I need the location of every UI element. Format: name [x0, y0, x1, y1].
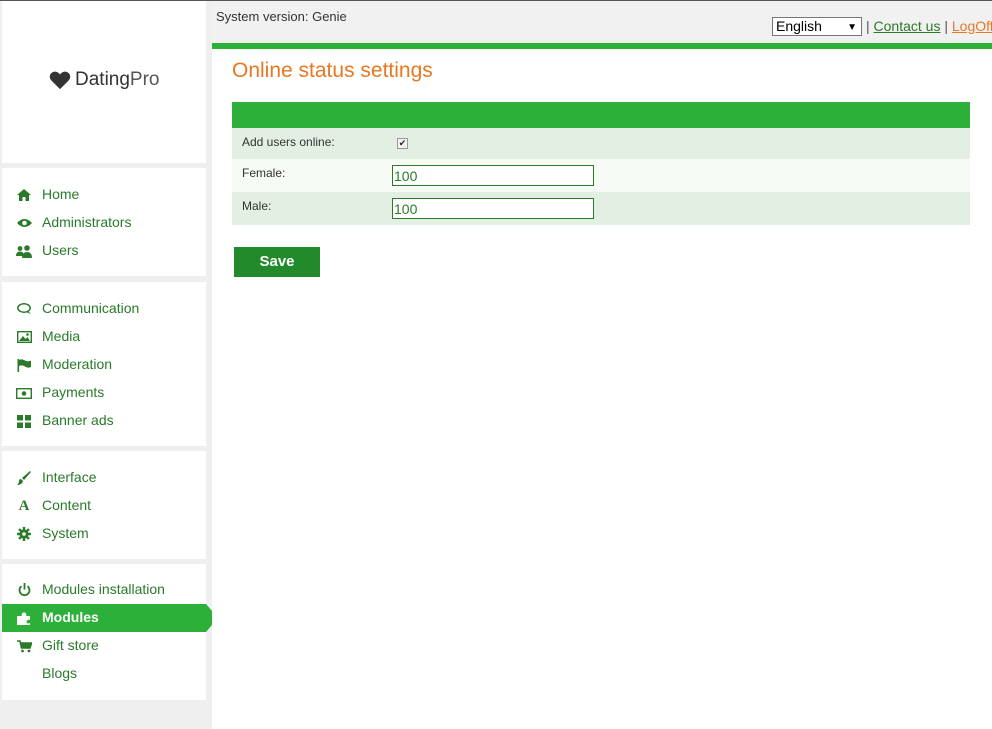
contact-us-link[interactable]: Contact us — [874, 18, 941, 34]
page-title: Online status settings — [232, 59, 433, 82]
menu-group-settings: Interface A Content System — [2, 451, 206, 559]
gear-icon — [16, 527, 32, 541]
grid-icon — [16, 414, 32, 428]
logo-text-accent: Pro — [129, 69, 160, 90]
form-header-bar — [232, 102, 970, 128]
sidebar-item-label: Modules installation — [42, 581, 165, 597]
puzzle-icon — [16, 611, 32, 625]
font-icon: A — [18, 497, 30, 514]
sidebar-item-interface[interactable]: Interface — [2, 464, 206, 492]
link-separator: | — [866, 18, 870, 34]
logoff-link[interactable]: LogOff — [952, 18, 992, 34]
menu-group-modules: Modules installation Modules Gift store … — [2, 564, 218, 700]
sidebar-item-label: Home — [42, 186, 80, 202]
sidebar-item-label: Administrators — [42, 214, 132, 230]
system-version: System version: Genie — [216, 9, 347, 24]
sidebar-item-modules-installation[interactable]: Modules installation — [2, 576, 206, 604]
dropdown-arrow-icon: ▼ — [847, 22, 857, 33]
save-button[interactable]: Save — [234, 247, 320, 277]
link-separator: | — [944, 18, 948, 34]
sidebar-item-payments[interactable]: Payments — [2, 379, 206, 407]
male-label: Male: — [242, 199, 272, 213]
male-input[interactable] — [392, 198, 594, 219]
female-input[interactable] — [392, 165, 594, 186]
heart-icon — [49, 71, 71, 90]
users-icon — [16, 244, 32, 258]
sidebar-item-label: Modules — [42, 609, 99, 625]
sidebar-item-modules[interactable]: Modules — [2, 604, 218, 632]
flag-icon — [16, 358, 32, 372]
sidebar-item-label: Interface — [42, 469, 97, 485]
sidebar: DatingPro Home Administrators Users Comm… — [0, 1, 218, 729]
sidebar-item-gift-store[interactable]: Gift store — [2, 632, 206, 660]
logo[interactable]: DatingPro — [49, 69, 160, 91]
form-row-male: Male: — [232, 192, 970, 225]
cart-icon — [16, 639, 32, 653]
money-icon — [16, 386, 32, 400]
sidebar-item-label: Payments — [42, 384, 105, 400]
menu-group-main: Home Administrators Users — [2, 168, 206, 276]
sidebar-item-media[interactable]: Media — [2, 323, 206, 351]
sidebar-item-label: Gift store — [42, 637, 99, 653]
sidebar-item-label: Content — [42, 497, 92, 513]
sidebar-item-label: Banner ads — [42, 412, 114, 428]
sidebar-item-label: Moderation — [42, 356, 113, 372]
add-users-online-checkbox[interactable]: ✔ — [397, 138, 408, 149]
sidebar-item-label: Users — [42, 242, 79, 258]
header-accent-bar — [212, 43, 992, 49]
header-links: | Contact us | LogOff — [866, 18, 992, 34]
form-row-female: Female: — [232, 159, 970, 192]
sidebar-item-system[interactable]: System — [2, 520, 206, 548]
sidebar-item-label: Blogs — [42, 665, 78, 681]
logo-text-main: Dating — [75, 69, 130, 90]
brush-icon — [16, 471, 32, 485]
sidebar-item-home[interactable]: Home — [2, 181, 206, 209]
main-content: System version: Genie English ▼ | Contac… — [212, 1, 992, 729]
power-icon — [16, 583, 32, 597]
logo-area: DatingPro — [2, 1, 206, 163]
image-icon — [16, 330, 32, 344]
sidebar-item-users[interactable]: Users — [2, 237, 206, 265]
sidebar-item-label: Media — [42, 328, 81, 344]
female-label: Female: — [242, 166, 286, 180]
eye-icon — [16, 216, 32, 230]
menu-group-content: Communication Media Moderation Payments … — [2, 282, 206, 446]
sidebar-item-communication[interactable]: Communication — [2, 295, 206, 323]
language-select-value: English — [776, 18, 822, 34]
chat-icon — [16, 302, 32, 316]
sidebar-item-banner-ads[interactable]: Banner ads — [2, 407, 206, 435]
sidebar-item-content[interactable]: A Content — [2, 492, 206, 520]
home-icon — [16, 188, 32, 202]
form-row-add-users-online: Add users online: ✔ — [232, 128, 970, 159]
sidebar-item-blogs[interactable]: Blogs — [2, 660, 206, 688]
sidebar-item-label: Communication — [42, 300, 140, 316]
language-select[interactable]: English ▼ — [772, 17, 862, 36]
sidebar-item-administrators[interactable]: Administrators — [2, 209, 206, 237]
sidebar-item-moderation[interactable]: Moderation — [2, 351, 206, 379]
sidebar-item-label: System — [42, 525, 89, 541]
top-header: System version: Genie English ▼ | Contac… — [212, 1, 992, 43]
add-users-online-label: Add users online: — [242, 135, 335, 149]
